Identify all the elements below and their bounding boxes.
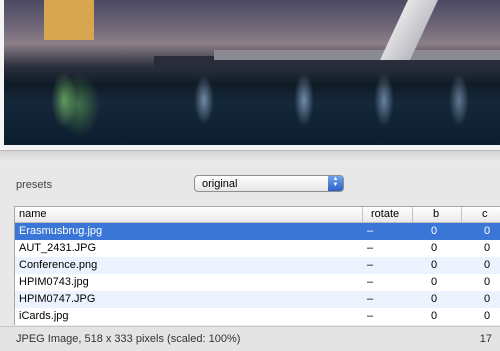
- photo-water-reflections: [4, 60, 500, 145]
- column-divider[interactable]: [412, 207, 413, 222]
- status-bar: JPEG Image, 518 x 333 pixels (scaled: 10…: [0, 326, 500, 351]
- presets-selected-value: original: [202, 178, 238, 190]
- status-file-count: 17: [479, 333, 492, 345]
- column-divider[interactable]: [362, 207, 363, 222]
- cell-rotate: –: [366, 293, 374, 305]
- image-preview: [0, 0, 500, 150]
- cell-c: 0: [483, 310, 491, 322]
- cell-rotate: –: [366, 259, 374, 271]
- presets-label: presets: [16, 179, 53, 191]
- cell-name: AUT_2431.JPG: [19, 242, 97, 254]
- cell-name: iCards.jpg: [19, 310, 69, 322]
- photo-bridge-deck: [214, 50, 500, 60]
- cell-c: 0: [483, 276, 491, 288]
- cell-b: 0: [430, 259, 438, 271]
- up-down-arrows-icon: ▲ ▼: [328, 176, 343, 191]
- split-divider[interactable]: [0, 150, 500, 163]
- cell-b: 0: [430, 293, 438, 305]
- cell-name: HPIM0743.jpg: [19, 276, 89, 288]
- presets-dropdown[interactable]: original ▲ ▼: [194, 175, 344, 192]
- table-row[interactable]: AUT_2431.JPG – 0 0: [15, 240, 500, 257]
- column-header-c[interactable]: c: [482, 208, 488, 220]
- cell-name: Erasmusbrug.jpg: [19, 225, 103, 237]
- cell-rotate: –: [366, 276, 374, 288]
- cell-b: 0: [430, 310, 438, 322]
- cell-name: HPIM0747.JPG: [19, 293, 96, 305]
- cell-c: 0: [483, 259, 491, 271]
- table-row[interactable]: Erasmusbrug.jpg – 0 0: [15, 223, 500, 240]
- status-image-info: JPEG Image, 518 x 333 pixels (scaled: 10…: [16, 333, 241, 345]
- cell-rotate: –: [366, 310, 374, 322]
- cell-b: 0: [430, 225, 438, 237]
- cell-rotate: –: [366, 225, 374, 237]
- column-divider[interactable]: [461, 207, 462, 222]
- table-body: Erasmusbrug.jpg – 0 0 AUT_2431.JPG – 0 0…: [15, 223, 500, 325]
- cell-b: 0: [430, 276, 438, 288]
- cell-rotate: –: [366, 242, 374, 254]
- column-header-rotate[interactable]: rotate: [371, 208, 399, 220]
- cell-c: 0: [483, 293, 491, 305]
- table-header: name rotate b c: [15, 207, 500, 223]
- column-header-name[interactable]: name: [19, 208, 47, 220]
- column-header-b[interactable]: b: [433, 208, 439, 220]
- table-row[interactable]: HPIM0747.JPG – 0 0: [15, 291, 500, 308]
- table-row[interactable]: Conference.png – 0 0: [15, 257, 500, 274]
- cell-b: 0: [430, 242, 438, 254]
- cell-c: 0: [483, 225, 491, 237]
- file-table[interactable]: name rotate b c Erasmusbrug.jpg – 0 0 AU…: [14, 206, 500, 325]
- preview-photo: [4, 0, 500, 145]
- cell-c: 0: [483, 242, 491, 254]
- table-row[interactable]: iCards.jpg – 0 0: [15, 308, 500, 325]
- photo-building: [44, 0, 94, 40]
- table-row[interactable]: HPIM0743.jpg – 0 0: [15, 274, 500, 291]
- cell-name: Conference.png: [19, 259, 98, 271]
